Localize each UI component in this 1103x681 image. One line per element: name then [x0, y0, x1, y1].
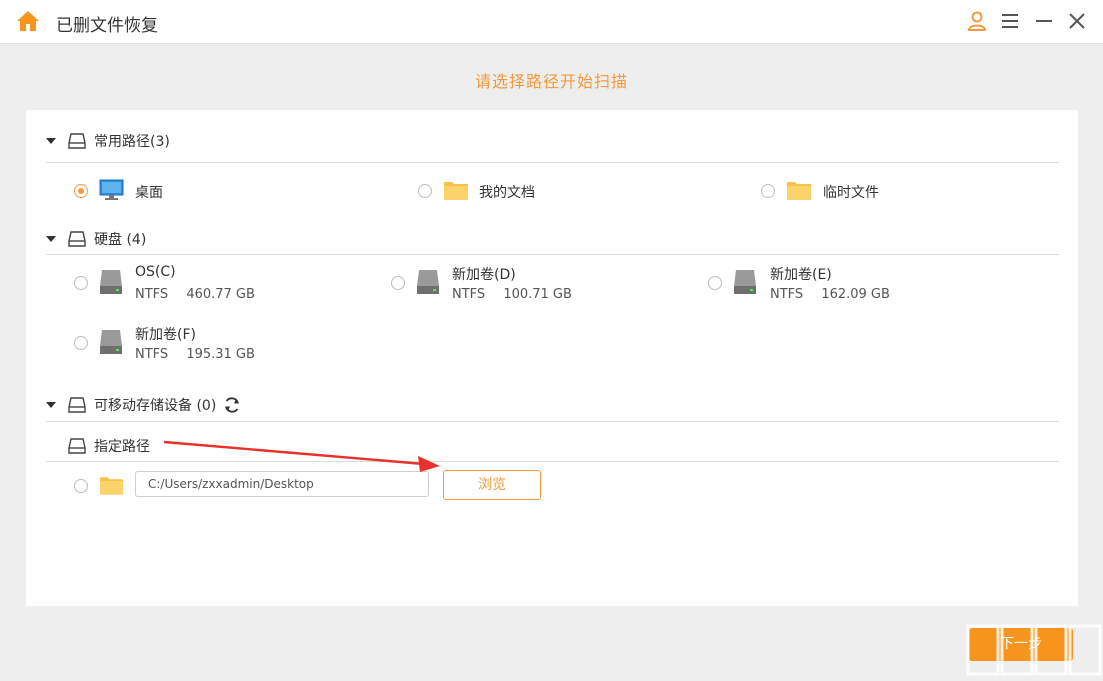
disk-size: 460.77 GB: [186, 287, 255, 302]
radio-disk-c[interactable]: [74, 276, 88, 290]
disk-size: 162.09 GB: [821, 287, 890, 302]
common-item-label: 桌面: [135, 185, 163, 201]
radio-temp-files[interactable]: [761, 184, 775, 198]
radio-disk-f[interactable]: [74, 336, 88, 350]
section-removable-header[interactable]: 可移动存储设备 (0): [46, 394, 242, 416]
disk-fs: NTFS: [770, 287, 804, 302]
common-item-label: 临时文件: [823, 185, 879, 201]
section-disks-header[interactable]: 硬盘 (4): [46, 228, 146, 250]
collapse-caret-icon[interactable]: [46, 236, 56, 242]
common-item-label: 我的文档: [479, 185, 535, 201]
window-title: 已删文件恢复: [56, 16, 158, 36]
disk-name: OS(C): [135, 264, 176, 280]
disk-meta: NTFS 100.71 GB: [452, 287, 572, 302]
section-disks-label: 硬盘 (4): [94, 232, 147, 248]
divider: [46, 421, 1059, 422]
menu-icon[interactable]: [998, 9, 1022, 33]
divider: [46, 254, 1059, 255]
close-icon[interactable]: [1065, 9, 1089, 33]
page-subtitle: 请选择路径开始扫描: [474, 72, 628, 91]
radio-custom-path[interactable]: [74, 479, 88, 493]
hard-disk-icon: [100, 330, 122, 354]
disk-meta: NTFS 460.77 GB: [135, 287, 255, 302]
radio-disk-e[interactable]: [708, 276, 722, 290]
disk-meta: NTFS 195.31 GB: [135, 347, 255, 362]
disk-name: 新加卷(D): [452, 267, 516, 283]
radio-disk-d[interactable]: [391, 276, 405, 290]
desktop-icon: [99, 179, 124, 200]
section-common-label: 常用路径(3): [94, 134, 170, 150]
disk-size: 100.71 GB: [503, 287, 572, 302]
section-custom-header: 指定路径: [46, 435, 150, 457]
folder-icon: [787, 182, 811, 200]
collapse-caret-icon[interactable]: [46, 138, 56, 144]
disk-name: 新加卷(E): [770, 267, 832, 283]
user-icon[interactable]: [965, 9, 989, 33]
drive-outline-icon: [68, 133, 86, 149]
section-removable-label: 可移动存储设备 (0): [94, 398, 217, 414]
title-bar: 已删文件恢复: [0, 0, 1103, 44]
annotation-arrow-icon: [163, 440, 440, 472]
home-icon[interactable]: [16, 10, 40, 32]
browse-button[interactable]: 浏览: [443, 470, 541, 500]
disk-fs: NTFS: [135, 287, 169, 302]
minimize-icon[interactable]: [1032, 9, 1056, 33]
hard-disk-icon: [734, 270, 756, 294]
radio-my-documents[interactable]: [418, 184, 432, 198]
folder-icon: [99, 477, 124, 495]
section-common-header[interactable]: 常用路径(3): [46, 130, 170, 152]
radio-desktop[interactable]: [74, 184, 88, 198]
folder-icon: [444, 182, 468, 200]
refresh-icon[interactable]: [222, 395, 242, 415]
disk-name: 新加卷(F): [135, 327, 196, 343]
drive-outline-icon: [68, 397, 86, 413]
main-panel: 常用路径(3) 桌面 我的文档 临时文件 硬盘 (4) OS(C) NTFS 4…: [26, 110, 1078, 606]
disk-size: 195.31 GB: [186, 347, 255, 362]
collapse-caret-icon[interactable]: [46, 402, 56, 408]
drive-outline-icon: [68, 231, 86, 247]
disk-meta: NTFS 162.09 GB: [770, 287, 890, 302]
hard-disk-icon: [100, 270, 122, 294]
disk-fs: NTFS: [452, 287, 486, 302]
divider: [46, 162, 1059, 163]
watermark-logo-icon: [966, 624, 1102, 676]
drive-outline-icon: [68, 438, 86, 454]
disk-fs: NTFS: [135, 347, 169, 362]
section-custom-label: 指定路径: [94, 439, 150, 455]
hard-disk-icon: [417, 270, 439, 294]
